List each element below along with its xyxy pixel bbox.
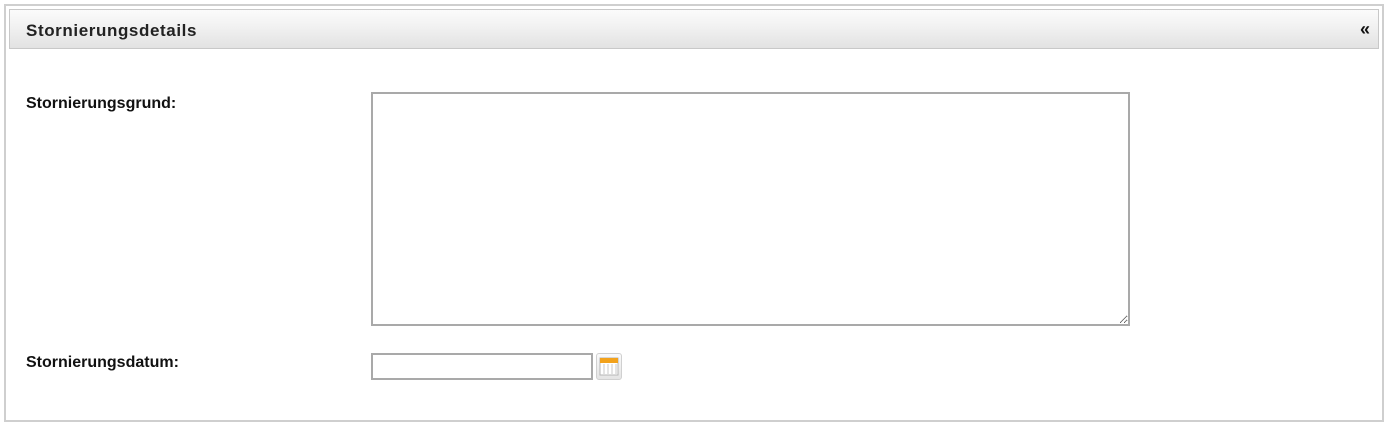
cancellation-reason-label: Stornierungsgrund: <box>26 95 177 112</box>
cancellation-date-label: Stornierungsdatum: <box>26 354 179 371</box>
calendar-icon <box>599 357 619 376</box>
cancellation-reason-textarea[interactable] <box>371 92 1130 326</box>
cancellation-details-panel: Stornierungsdetails « Stornierungsgrund:… <box>4 4 1384 422</box>
panel-header[interactable]: Stornierungsdetails « <box>9 9 1379 49</box>
panel-title: Stornierungsdetails <box>26 21 198 40</box>
calendar-button[interactable] <box>596 353 622 380</box>
collapse-toggle-button[interactable]: « <box>1360 19 1370 40</box>
cancellation-date-input[interactable] <box>371 353 593 380</box>
